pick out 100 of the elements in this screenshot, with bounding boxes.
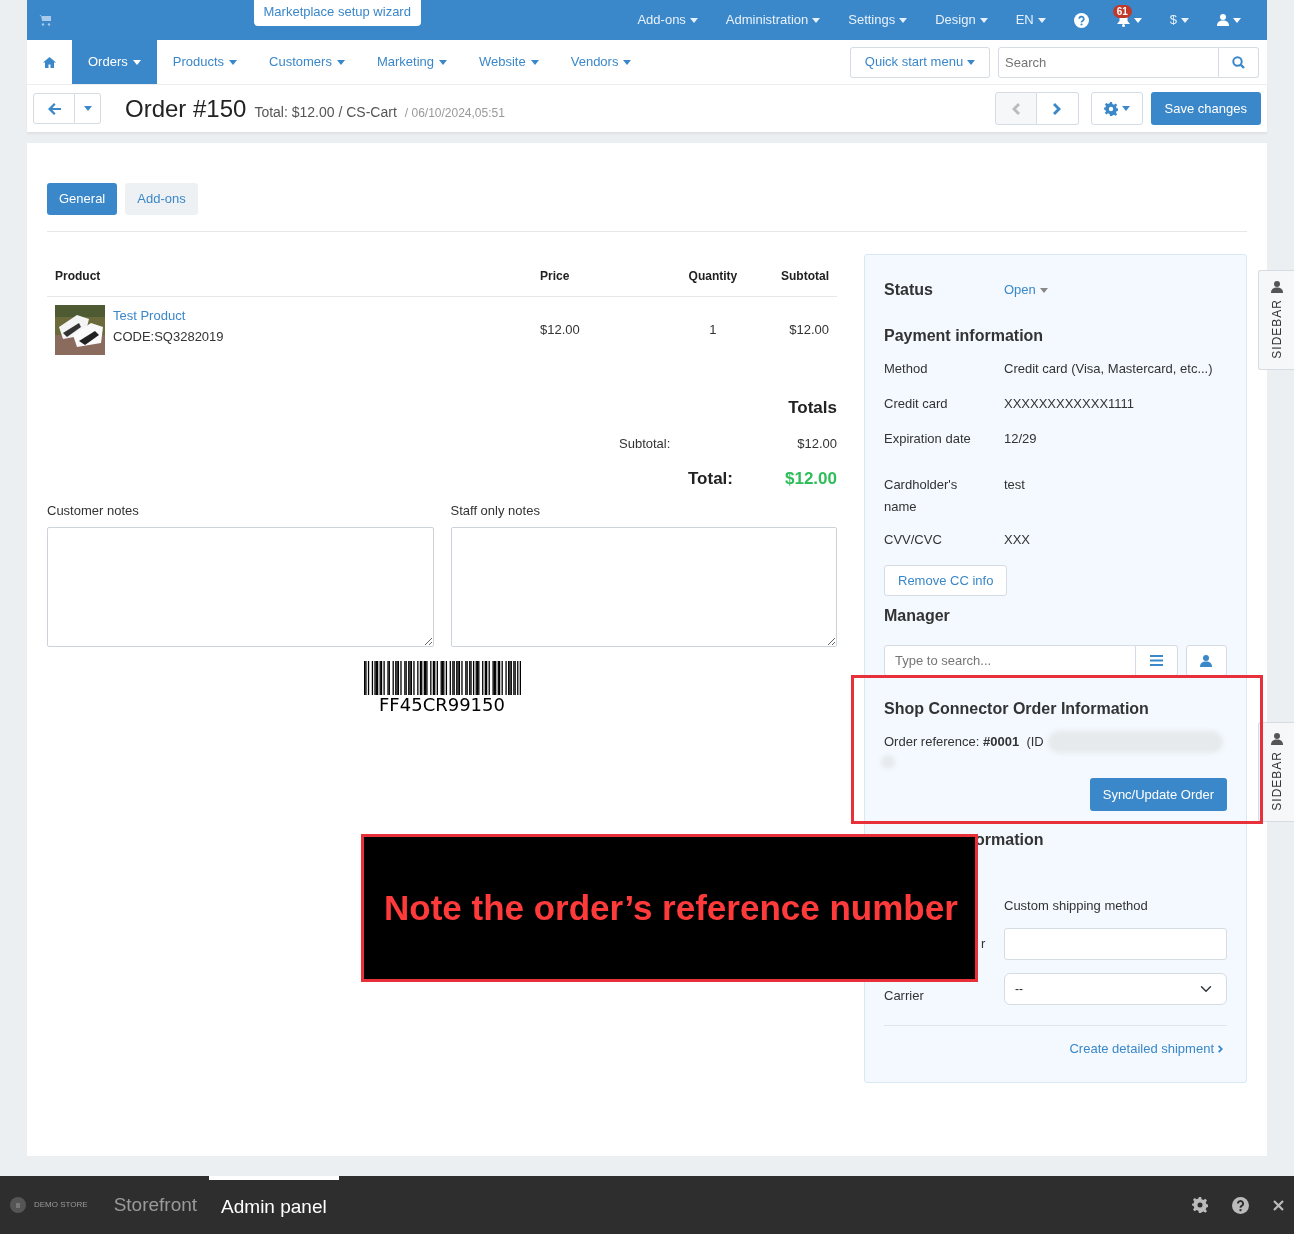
- nav-item[interactable]: Vendors: [554, 40, 648, 84]
- next-button[interactable]: [1036, 92, 1079, 125]
- chevron-left-icon: [1011, 102, 1020, 115]
- field-label: Method: [884, 361, 928, 376]
- search-button[interactable]: [1219, 46, 1259, 78]
- notes-field[interactable]: [47, 526, 434, 647]
- assign-user-button[interactable]: [1185, 645, 1227, 676]
- column-header: Price: [539, 269, 570, 283]
- mode-tab[interactable]: Storefront: [101, 1176, 210, 1234]
- caret-icon: [1233, 17, 1241, 23]
- tab[interactable]: General: [47, 183, 118, 215]
- nav-item[interactable]: Customers: [253, 40, 361, 84]
- tab[interactable]: Add-ons: [125, 183, 198, 215]
- caret-icon: [623, 59, 632, 65]
- nav-item[interactable]: Website: [463, 40, 555, 84]
- field-value: 12/29: [1004, 431, 1037, 446]
- order-summary: Total: $12.00 / CS-Cart: [254, 102, 397, 122]
- menu-icon: [1149, 655, 1163, 666]
- section-title: Payment information: [884, 326, 1045, 346]
- table-cell: 1: [709, 321, 717, 337]
- user-icon: [1200, 654, 1213, 667]
- caret-icon: [899, 17, 908, 23]
- status-dropdown[interactable]: Open: [1004, 280, 1048, 300]
- save-button[interactable]: Save changes: [1150, 92, 1261, 125]
- product-link[interactable]: Test Product: [113, 304, 224, 327]
- nav-item[interactable]: Marketing: [360, 40, 463, 84]
- nav-item[interactable]: Products: [156, 40, 254, 84]
- menu-item[interactable]: Add-ons: [623, 0, 712, 40]
- sidebar-tab[interactable]: SIDEBAR: [1258, 270, 1294, 370]
- field-label: Carrier: [884, 987, 924, 1003]
- home-icon: [43, 56, 56, 68]
- tracking-number-field[interactable]: [1004, 927, 1227, 960]
- page-title: Order #150: [125, 93, 247, 124]
- barcode-number: FF45CR99150: [379, 694, 505, 715]
- search-field[interactable]: Search: [998, 46, 1219, 78]
- back-button[interactable]: [33, 93, 75, 124]
- table-cell: $12.00: [789, 321, 829, 337]
- section-title: ormation: [974, 830, 1045, 850]
- field-value: test: [1004, 477, 1025, 492]
- list-button[interactable]: [1136, 645, 1178, 676]
- notification-count: 61: [1112, 5, 1132, 18]
- caret-icon: [1121, 106, 1130, 111]
- cart-icon: [39, 14, 51, 26]
- search-icon: [1232, 55, 1245, 69]
- menu-item[interactable]: EN: [1001, 0, 1060, 40]
- caret-icon: [1039, 287, 1048, 293]
- gear-icon: [1103, 101, 1118, 116]
- menu-item[interactable]: Design: [921, 0, 1002, 40]
- user-icon: [1270, 733, 1283, 745]
- product-code: CODE:SQ3282019: [113, 327, 224, 346]
- sync-button[interactable]: Sync/Update Order: [1089, 778, 1227, 811]
- caret-icon: [1133, 17, 1142, 23]
- order-reference: Order reference: #0001 (ID: [884, 733, 1044, 752]
- section-title: Shop Connector Order Information: [884, 699, 1150, 719]
- caret-icon: [1037, 17, 1046, 23]
- help-button[interactable]: [1232, 1196, 1249, 1214]
- subtotal-value: $12.00: [797, 436, 837, 451]
- caret-icon: [83, 106, 92, 111]
- arrow-left-icon: [47, 102, 61, 115]
- caret-icon: [229, 59, 238, 65]
- quick-start-button[interactable]: Quick start menu: [850, 46, 990, 78]
- field-value: XXXXXXXXXXXX1111: [1004, 396, 1135, 411]
- caret-icon: [1181, 17, 1189, 23]
- shipment-link[interactable]: Create detailed shipment: [1069, 1039, 1223, 1059]
- annotation-text: Note the order’s reference number: [384, 886, 958, 929]
- status-label: Status: [884, 281, 933, 298]
- manager-search-field[interactable]: Type to search...: [884, 645, 1137, 676]
- column-header: Product: [55, 269, 101, 283]
- user-icon: [1270, 281, 1283, 293]
- wizard-button[interactable]: Marketplace setup wizard: [253, 0, 421, 26]
- caret-icon: [979, 17, 988, 23]
- mode-tab[interactable]: Admin panel: [209, 1176, 339, 1234]
- field-label: Cardholder's name: [884, 476, 959, 516]
- currency-menu[interactable]: $: [1155, 0, 1203, 40]
- caret-icon: [812, 17, 821, 23]
- caret-icon: [336, 59, 345, 65]
- field-label: r: [981, 935, 986, 951]
- caret-icon: [530, 59, 539, 65]
- chevron-right-icon: [1053, 102, 1062, 115]
- nav-item[interactable]: Orders: [72, 40, 157, 84]
- menu-item[interactable]: Settings: [834, 0, 922, 40]
- total-label: Total:: [688, 468, 733, 488]
- settings-button[interactable]: [1090, 92, 1143, 125]
- field-label: Expiration date: [884, 431, 971, 446]
- caret-icon: [439, 59, 447, 65]
- carrier-select[interactable]: --: [1004, 972, 1227, 1005]
- caret-icon: [689, 17, 698, 23]
- notes-label: Customer notes: [47, 502, 140, 520]
- notes-field[interactable]: [450, 526, 837, 647]
- settings-button[interactable]: [1192, 1197, 1208, 1213]
- table-cell: $12.00: [539, 321, 580, 337]
- remove-cc-button[interactable]: Remove CC info: [884, 565, 1008, 596]
- close-button[interactable]: [1273, 1199, 1284, 1211]
- notifications-button[interactable]: 61: [1102, 0, 1156, 40]
- caret-icon: [967, 59, 976, 65]
- order-date: / 06/10/2024,05:51: [404, 104, 505, 122]
- history-dropdown[interactable]: [75, 93, 101, 124]
- menu-item[interactable]: Administration: [711, 0, 835, 40]
- chevron-right-icon: [1218, 1044, 1223, 1053]
- column-header: Subtotal: [781, 269, 829, 283]
